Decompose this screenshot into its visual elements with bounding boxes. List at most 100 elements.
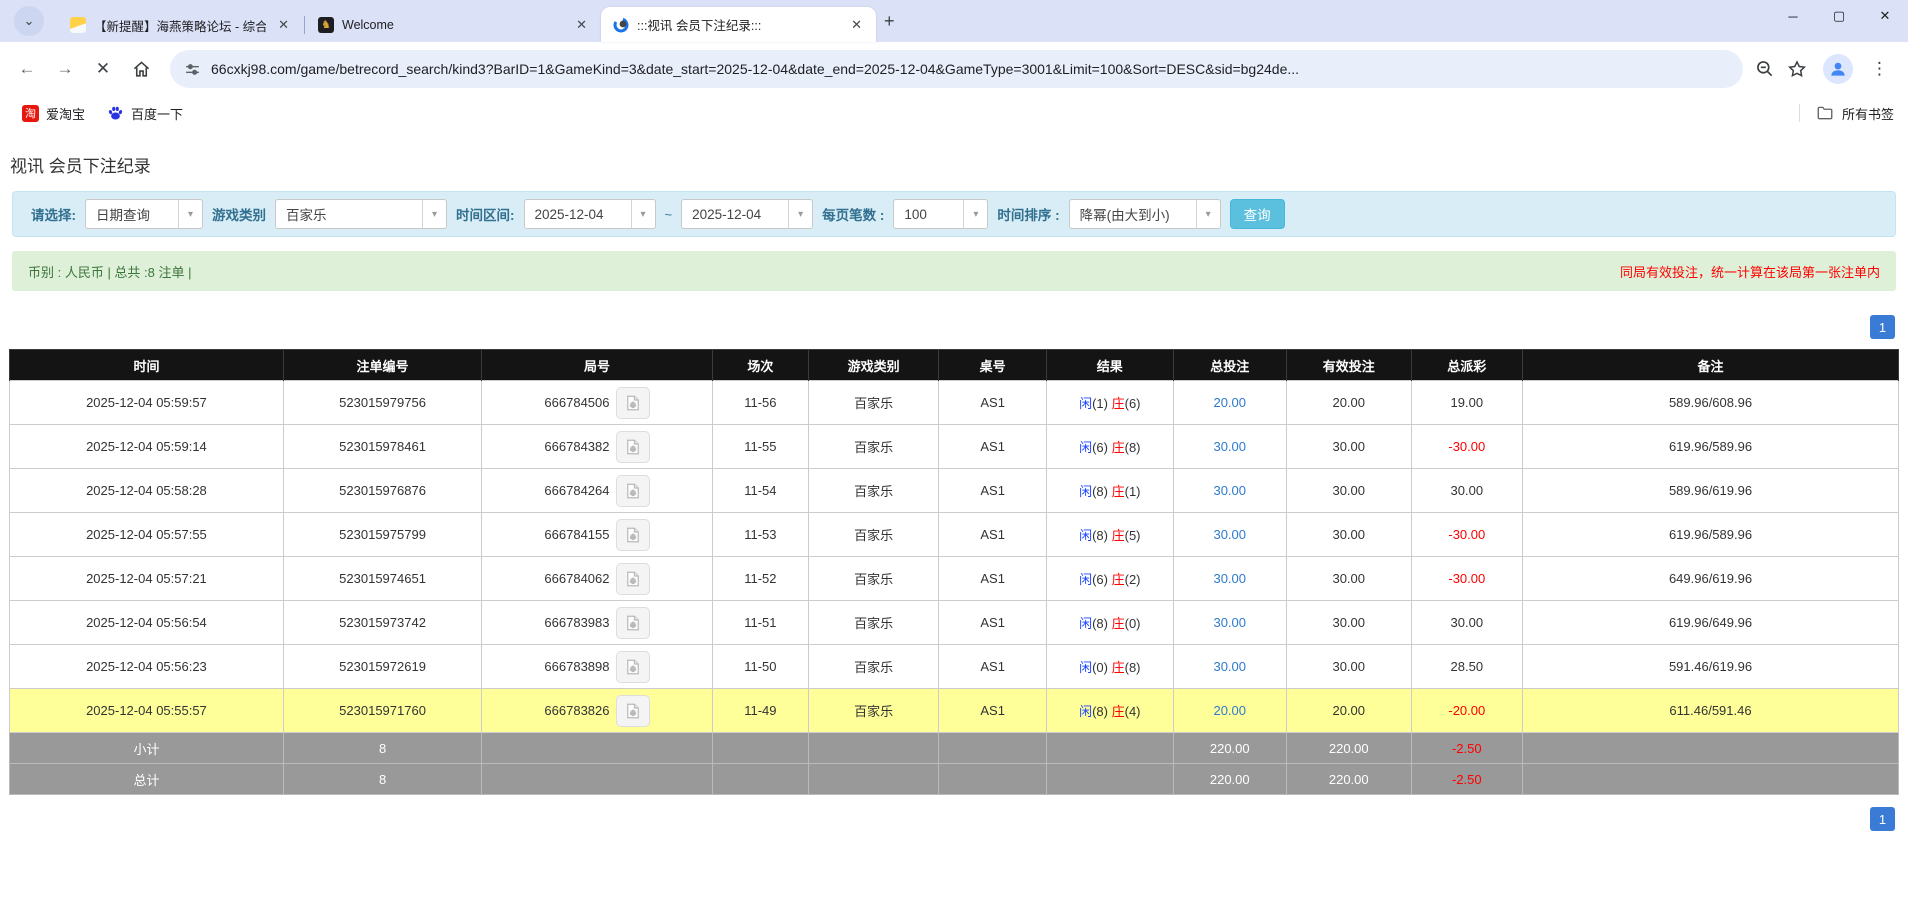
tab-title: :::视讯 会员下注纪录::: — [637, 19, 762, 33]
tab-search-button[interactable]: ⌄ — [14, 6, 44, 36]
total-bet-link[interactable]: 30.00 — [1213, 571, 1246, 586]
total-bet-link[interactable]: 30.00 — [1213, 615, 1246, 630]
round-id-cell: 666784155 — [481, 512, 713, 557]
game-type: 百家乐 — [808, 556, 940, 601]
date-range-label: 时间区间: — [456, 208, 515, 223]
tab-bet-records[interactable]: :::视讯 会员下注纪录::: ✕ — [601, 7, 876, 42]
subtotal-payout: -2.50 — [1410, 732, 1524, 764]
query-type-label: 请选择: — [31, 208, 76, 223]
chevron-down-icon: ▾ — [963, 200, 987, 228]
balance-note: 589.96/619.96 — [1522, 468, 1899, 513]
tab-close-icon[interactable]: ✕ — [274, 15, 293, 35]
zoom-out-icon[interactable] — [1755, 59, 1775, 79]
maximize-button[interactable]: ▢ — [1816, 0, 1862, 32]
tab-close-icon[interactable]: ✕ — [847, 15, 866, 35]
session-number: 11-51 — [711, 600, 810, 645]
bookmark-aitaobao[interactable]: 淘 爱淘宝 — [14, 100, 93, 127]
valid-bet: 30.00 — [1285, 644, 1412, 689]
valid-bet: 30.00 — [1285, 468, 1412, 513]
back-button[interactable]: ← — [10, 52, 44, 86]
chevron-down-icon: ▾ — [630, 200, 655, 228]
video-replay-button[interactable] — [615, 386, 650, 419]
game-type: 百家乐 — [808, 380, 940, 425]
page-size-select[interactable]: 100 ▾ — [893, 199, 989, 229]
page-number-button[interactable]: 1 — [1870, 315, 1895, 339]
bet-time: 2025-12-04 05:59:14 — [9, 424, 284, 469]
total-label: 总计 — [9, 763, 284, 795]
total-bet-link[interactable]: 20.00 — [1213, 395, 1246, 410]
result-cell: 闲(8) 庄(4) — [1046, 688, 1174, 733]
forward-button[interactable]: → — [48, 52, 82, 86]
valid-bet: 20.00 — [1285, 688, 1412, 733]
payout: -30.00 — [1410, 512, 1524, 557]
stop-button[interactable]: ✕ — [86, 52, 120, 86]
video-replay-button[interactable] — [615, 562, 650, 595]
result-cell: 闲(6) 庄(2) — [1046, 556, 1174, 601]
col-time: 时间 — [9, 349, 284, 381]
video-replay-button[interactable] — [615, 694, 650, 727]
subtotal-row: 小计 8 220.00 220.00 -2.50 — [9, 732, 1899, 764]
total-valid-bet: 220.00 — [1285, 763, 1412, 795]
chevron-down-icon: ▾ — [422, 200, 446, 228]
home-button[interactable] — [124, 52, 158, 86]
bookmark-baidu[interactable]: 百度一下 — [99, 100, 191, 127]
chevron-down-icon: ▾ — [788, 200, 812, 228]
video-replay-button[interactable] — [615, 518, 650, 551]
total-bet-link[interactable]: 30.00 — [1213, 659, 1246, 674]
table-body: 2025-12-04 05:59:57 523015979756 6667845… — [9, 380, 1899, 733]
forum-favicon-icon — [70, 17, 86, 33]
table-row: 2025-12-04 05:59:14 523015978461 6667843… — [9, 424, 1899, 469]
round-id: 666783898 — [544, 659, 610, 674]
tab-welcome[interactable]: ♞ Welcome ✕ — [306, 8, 601, 42]
video-replay-button[interactable] — [615, 606, 650, 639]
session-number: 11-52 — [711, 556, 810, 601]
tab-title: Welcome — [342, 18, 394, 32]
site-settings-icon[interactable] — [184, 61, 201, 78]
bookmark-star-icon[interactable] — [1787, 59, 1807, 79]
video-replay-button[interactable] — [615, 650, 650, 683]
payout: 30.00 — [1410, 600, 1524, 645]
total-bet-link[interactable]: 30.00 — [1213, 439, 1246, 454]
round-id-cell: 666784506 — [481, 380, 713, 425]
browser-tab-strip: ⌄ 【新提醒】海燕策略论坛 - 综合 ✕ ♞ Welcome ✕ :::视讯 会… — [0, 0, 1908, 42]
bet-id: 523015979756 — [282, 380, 483, 425]
close-window-button[interactable]: ✕ — [1862, 0, 1908, 32]
game-type-select[interactable]: 百家乐 ▾ — [275, 199, 447, 229]
tab-forum[interactable]: 【新提醒】海燕策略论坛 - 综合 ✕ — [58, 8, 303, 42]
date-end-select[interactable]: 2025-12-04 ▾ — [681, 199, 814, 229]
page-number-button[interactable]: 1 — [1870, 807, 1895, 831]
valid-bet: 30.00 — [1285, 556, 1412, 601]
session-number: 11-56 — [711, 380, 810, 425]
result-cell: 闲(6) 庄(8) — [1046, 424, 1174, 469]
total-bet-link[interactable]: 30.00 — [1213, 483, 1246, 498]
valid-bet: 30.00 — [1285, 424, 1412, 469]
new-tab-button[interactable]: + — [876, 9, 903, 34]
url-text[interactable]: 66cxkj98.com/game/betrecord_search/kind3… — [211, 61, 1729, 77]
session-number: 11-49 — [711, 688, 810, 733]
bet-time: 2025-12-04 05:55:57 — [9, 688, 284, 733]
session-number: 11-50 — [711, 644, 810, 689]
bookmarks-bar: 淘 爱淘宝 百度一下 所有书签 — [0, 96, 1908, 130]
filter-bar: 请选择: 日期查询 ▾ 游戏类别 百家乐 ▾ 时间区间: 2025-12-04 … — [12, 191, 1896, 237]
browser-menu-button[interactable]: ⋮ — [1861, 59, 1898, 79]
payout: 19.00 — [1410, 380, 1524, 425]
total-bet-link[interactable]: 30.00 — [1213, 527, 1246, 542]
video-replay-button[interactable] — [615, 474, 650, 507]
sort-order-select[interactable]: 降幂(由大到小) ▾ — [1068, 199, 1221, 229]
tab-close-icon[interactable]: ✕ — [572, 15, 591, 35]
minimize-button[interactable]: ─ — [1770, 0, 1816, 32]
query-type-select[interactable]: 日期查询 ▾ — [85, 199, 203, 229]
address-bar[interactable]: 66cxkj98.com/game/betrecord_search/kind3… — [170, 50, 1743, 88]
total-bet-link[interactable]: 20.00 — [1213, 703, 1246, 718]
bet-id: 523015975799 — [282, 512, 483, 557]
profile-avatar[interactable] — [1823, 54, 1853, 84]
table-row: 2025-12-04 05:56:54 523015973742 6667839… — [9, 600, 1899, 645]
search-button[interactable]: 查询 — [1229, 199, 1285, 229]
video-replay-button[interactable] — [615, 430, 650, 463]
date-start-select[interactable]: 2025-12-04 ▾ — [523, 199, 656, 229]
total-row: 总计 8 220.00 220.00 -2.50 — [9, 763, 1899, 795]
all-bookmarks-button[interactable]: 所有书签 — [1816, 104, 1894, 123]
betrecord-favicon-icon — [613, 17, 629, 33]
valid-bet: 30.00 — [1285, 512, 1412, 557]
payout: 28.50 — [1410, 644, 1524, 689]
